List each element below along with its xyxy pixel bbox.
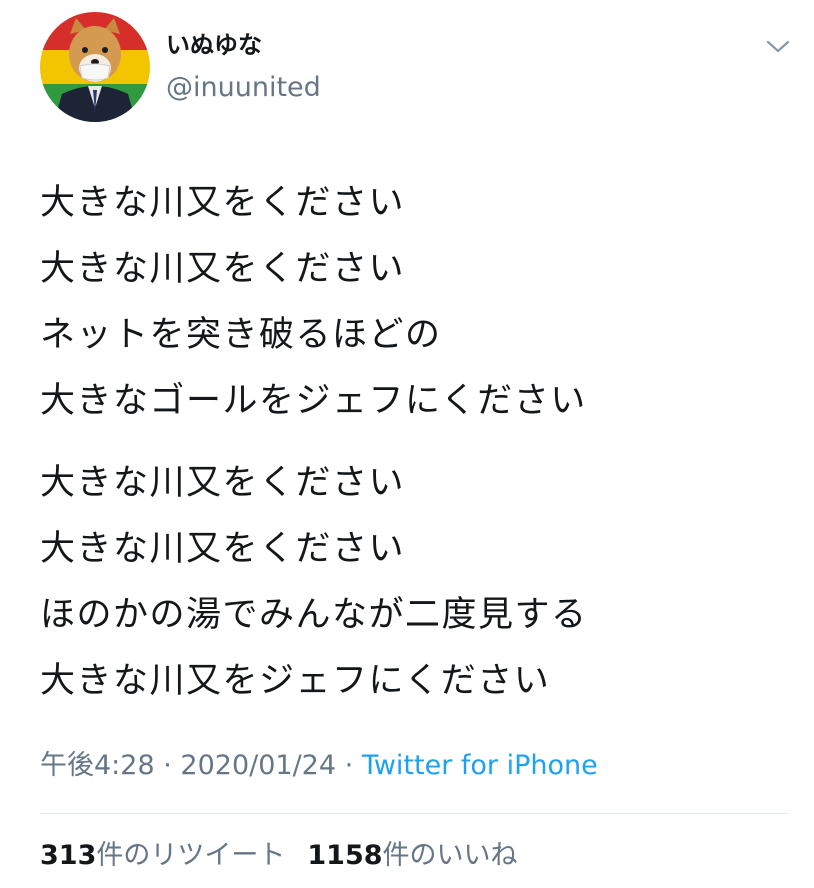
- retweet-stat[interactable]: 313件のリツイート: [40, 840, 285, 871]
- tweet-stats: 313件のリツイート 1158件のいいね: [40, 838, 518, 874]
- like-count: 1158: [307, 840, 383, 871]
- avatar[interactable]: [40, 12, 150, 122]
- user-handle[interactable]: @inuunited: [166, 72, 321, 104]
- tweet-source-link[interactable]: Twitter for iPhone: [362, 750, 598, 781]
- like-label: 件のいいね: [382, 840, 518, 871]
- tweet-line: 大きな川又をください: [40, 463, 406, 503]
- tweet-line: ネットを突き破るほどの: [40, 315, 442, 355]
- tweet-date[interactable]: 2020/01/24: [180, 750, 336, 781]
- tweet-line: 大きな川又をください: [40, 183, 406, 223]
- tweet-stanza: 大きな川又をください 大きな川又をください ネットを突き破るほどの 大きなゴール…: [40, 170, 800, 434]
- shiba-inu-avatar: [40, 12, 150, 122]
- meta-separator: ·: [163, 750, 172, 781]
- display-name[interactable]: いぬゆな: [166, 30, 262, 60]
- like-stat[interactable]: 1158件のいいね: [307, 840, 517, 871]
- tweet-line: 大きな川又をください: [40, 249, 406, 289]
- tweet-metadata: 午後4:28 · 2020/01/24 · Twitter for iPhone: [40, 748, 598, 784]
- tweet-line: 大きな川又をジェフにください: [40, 661, 551, 701]
- tweet-text: 大きな川又をください 大きな川又をください ネットを突き破るほどの 大きなゴール…: [40, 170, 800, 730]
- retweet-label: 件のリツイート: [96, 840, 286, 871]
- divider: [40, 813, 788, 814]
- tweet-line: 大きなゴールをジェフにください: [40, 381, 587, 421]
- tweet-line: ほのかの湯でみんなが二度見する: [40, 595, 588, 635]
- chevron-down-icon[interactable]: [762, 34, 794, 58]
- tweet-stanza: 大きな川又をください 大きな川又をください ほのかの湯でみんなが二度見する 大き…: [40, 450, 800, 714]
- tweet-time[interactable]: 午後4:28: [40, 750, 155, 781]
- meta-separator: ·: [344, 750, 354, 781]
- retweet-count: 313: [40, 840, 97, 871]
- tweet-line: 大きな川又をください: [40, 529, 406, 569]
